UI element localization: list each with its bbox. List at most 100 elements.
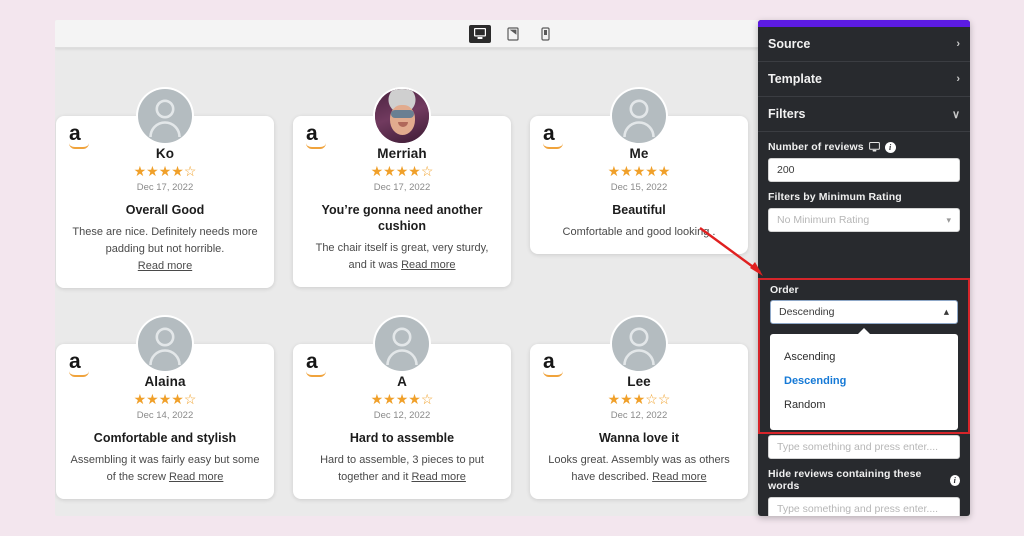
read-more-link[interactable]: Read more (138, 260, 192, 272)
avatar (138, 89, 192, 143)
star-filled-icon: ★ (133, 391, 147, 407)
order-option-ascending[interactable]: Ascending (770, 345, 958, 369)
star-filled-icon: ★ (607, 391, 621, 407)
order-option-random[interactable]: Random (770, 393, 958, 417)
accordion-filters-label: Filters (768, 107, 806, 121)
amazon-logo-icon: a (543, 123, 565, 150)
star-filled-icon: ★ (158, 391, 172, 407)
review-card-wrap: a Lee ★★★☆☆ Dec 12, 2022 Wanna love it Looks … (530, 316, 748, 506)
star-filled-icon: ★ (632, 391, 646, 407)
min-rating-select[interactable]: No Minimum Rating ▾ (768, 208, 960, 232)
review-card[interactable]: a Alaina ★★★★☆ Dec 14, 2022 Comfortable and … (56, 317, 274, 499)
number-of-reviews-input[interactable]: 200 (768, 158, 960, 182)
review-body: Looks great. Assembly was as others have… (544, 452, 734, 486)
star-filled-icon: ★ (171, 163, 184, 179)
avatar (612, 89, 666, 143)
accordion-source[interactable]: Source › (758, 27, 970, 62)
amazon-logo-icon: a (306, 123, 328, 150)
order-option-descending[interactable]: Descending (770, 369, 958, 393)
chevron-right-icon: › (956, 73, 960, 85)
accordion-template-label: Template (768, 72, 822, 86)
review-title: Beautiful (612, 203, 666, 217)
review-title: Comfortable and stylish (93, 431, 237, 445)
star-filled-icon: ★ (620, 163, 633, 179)
read-more-link[interactable]: Read more (401, 259, 455, 271)
order-select[interactable]: Descending ▴ (770, 300, 958, 324)
keyword-input-placeholder: Type something and press enter.... (777, 441, 939, 453)
number-of-reviews-label-row: Number of reviews i (768, 141, 960, 153)
keyword-input[interactable]: Type something and press enter.... (768, 435, 960, 459)
screen: a Ko ★★★★☆ Dec 17, 2022 Overall Good These ar… (0, 0, 1024, 536)
star-filled-icon: ★ (133, 163, 147, 179)
reviewer-name: Lee (627, 374, 651, 389)
hide-words-input[interactable]: Type something and press enter.... (768, 497, 960, 516)
star-filled-icon: ★ (370, 391, 384, 407)
reviewer-name: A (397, 374, 407, 389)
star-filled-icon: ★ (395, 391, 409, 407)
review-date: Dec 17, 2022 (136, 182, 194, 193)
read-more-link[interactable]: Read more (169, 471, 223, 483)
reviewer-name: Merriah (377, 146, 427, 161)
order-section: Order Descending ▴ Ascending Descending Ra… (758, 278, 970, 434)
read-more-link[interactable]: Read more (411, 471, 465, 483)
star-filled-icon: ★ (657, 163, 671, 179)
avatar (375, 317, 429, 371)
device-toggle-desktop[interactable] (468, 24, 491, 43)
amazon-logo-icon: a (543, 351, 565, 378)
order-selected-value: Descending (779, 306, 835, 318)
avatar (612, 317, 666, 371)
star-filled-icon: ★ (645, 163, 658, 179)
review-date: Dec 12, 2022 (610, 410, 668, 421)
review-card-wrap: a Alaina ★★★★☆ Dec 14, 2022 Comfortable and … (56, 316, 274, 506)
panel-accent-bar (758, 20, 970, 27)
accordion-filters[interactable]: Filters ∨ (758, 97, 970, 132)
read-more-link[interactable]: Read more (652, 471, 706, 483)
review-body: Assembling it was fairly easy but some o… (70, 452, 260, 486)
review-date: Dec 15, 2022 (610, 182, 668, 193)
review-date: Dec 17, 2022 (373, 182, 431, 193)
star-filled-icon: ★ (632, 163, 646, 179)
star-filled-icon: ★ (408, 391, 421, 407)
chevron-up-icon: ▴ (943, 306, 949, 318)
min-rating-value: No Minimum Rating (777, 214, 870, 226)
device-toggle-mobile[interactable] (535, 25, 557, 43)
review-card[interactable]: a Ko ★★★★☆ Dec 17, 2022 Overall Good These ar… (56, 89, 274, 288)
reviewer-name: Alaina (144, 374, 186, 389)
review-body: These are nice. Definitely needs more pa… (70, 224, 260, 275)
reviewer-name: Me (629, 146, 649, 161)
star-rating: ★★★★☆ (70, 392, 260, 406)
review-card[interactable]: a Me ★★★★★ Dec 15, 2022 Beautiful Comfortable… (530, 89, 748, 254)
chevron-down-icon: ▾ (946, 214, 951, 225)
review-body-text: Comfortable and good looking . (562, 226, 716, 238)
review-body-text: Assembling it was fairly easy but some o… (70, 454, 260, 483)
settings-panel: Source › Template › Filters ∨ Number of … (758, 20, 970, 516)
star-filled-icon: ★ (383, 391, 396, 407)
star-empty-icon: ☆ (657, 391, 671, 407)
review-body: The chair itself is great, very sturdy, … (307, 240, 497, 274)
info-icon[interactable]: i (949, 474, 960, 486)
review-card-wrap: a Ko ★★★★☆ Dec 17, 2022 Overall Good These ar… (56, 88, 274, 288)
avatar (375, 89, 429, 143)
hide-words-label-row: Hide reviews containing these words i (768, 468, 960, 492)
review-card[interactable]: a A ★★★★☆ Dec 12, 2022 Hard to assemble Hard … (293, 317, 511, 499)
star-empty-icon: ☆ (183, 391, 197, 407)
chevron-right-icon: › (956, 38, 960, 50)
min-rating-section: Filters by Minimum Rating No Minimum Rat… (758, 182, 970, 232)
device-toggle-tablet[interactable] (502, 25, 524, 43)
star-filled-icon: ★ (607, 163, 621, 179)
star-empty-icon: ☆ (183, 163, 197, 179)
order-label: Order (770, 284, 799, 296)
review-title: Overall Good (125, 203, 205, 217)
info-icon[interactable]: i (884, 141, 896, 153)
review-card-wrap: a Me ★★★★★ Dec 15, 2022 Beautiful Comfortable… (530, 88, 748, 278)
review-body-text: These are nice. Definitely needs more pa… (72, 226, 258, 255)
review-card[interactable]: a Merriah ★★★★☆ Dec 17, 2022 You’re gonna ne… (293, 89, 511, 287)
number-of-reviews-label: Number of reviews (768, 141, 864, 153)
review-title: You’re gonna need another cushion (321, 203, 483, 233)
review-card[interactable]: a Lee ★★★☆☆ Dec 12, 2022 Wanna love it Looks … (530, 317, 748, 499)
review-body: Hard to assemble, 3 pieces to put togeth… (307, 452, 497, 486)
accordion-template[interactable]: Template › (758, 62, 970, 97)
accordion-source-label: Source (768, 37, 811, 51)
chevron-down-icon: ∨ (951, 108, 960, 121)
amazon-logo-icon: a (69, 123, 91, 150)
